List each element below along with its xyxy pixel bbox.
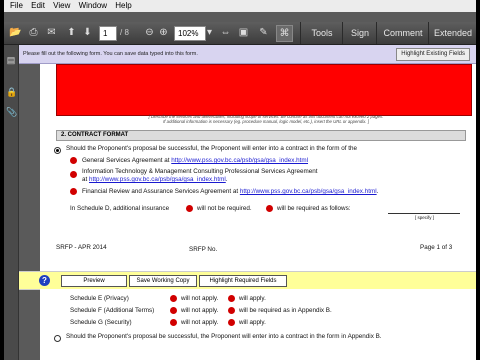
services-caption: [ Describe the services and deliverables… (86, 114, 446, 124)
option-itmc-text: Information Technology & Management Cons… (82, 168, 318, 175)
mail-icon[interactable]: ✉ (44, 25, 59, 40)
preview-button[interactable]: Preview (61, 275, 127, 287)
fit-page-icon[interactable]: ▣ (236, 25, 251, 40)
tab-tools[interactable]: Tools (300, 22, 343, 44)
schedule-e-not-apply-label: will not apply. (181, 295, 219, 302)
schedule-f-apply-radio[interactable] (228, 307, 235, 314)
schedule-f-label: Schedule F (Additional Terms) (70, 307, 155, 314)
tab-sign[interactable]: Sign (342, 22, 377, 44)
document-page-2: Schedule E (Privacy) will not apply. wil… (40, 289, 476, 360)
schedule-e-apply-radio[interactable] (228, 295, 235, 302)
insurance-not-required-radio[interactable] (186, 205, 193, 212)
insurance-required-label: will be required as follows: (277, 205, 351, 212)
pdf-reader-window: File Edit View Window Help 📂 ⎙ ✉ ⬆ ⬇ 1 /… (4, 0, 476, 360)
appendix-b-text: Should the Proponent's proposal be succe… (66, 333, 382, 340)
print-icon[interactable]: ⎙ (26, 25, 41, 40)
appendix-b-radio[interactable] (54, 335, 61, 342)
gsa-link[interactable]: http://www.pss.gov.bc.ca/psb/gsa/gsa_ind… (171, 157, 308, 164)
attachments-icon[interactable]: 📎 (6, 107, 17, 117)
insurance-required-radio[interactable] (266, 205, 273, 212)
insurance-not-required-label: will not be required. (197, 205, 252, 212)
toolbar: 📂 ⎙ ✉ ⬆ ⬇ 1 / 8 ⊖ ⊕ 102% ▾ ⇔ ▣ ✎ ⌘ Tools… (4, 22, 476, 45)
contract-radio-text: Should the Proponent's proposal be succe… (66, 145, 358, 152)
menu-edit[interactable]: Edit (31, 0, 45, 12)
option-gsa-text: General Services Agreement at http://www… (82, 157, 309, 164)
caption-line-2: If additional information is necessary (… (163, 119, 369, 124)
lock-icon[interactable]: 🔒 (6, 87, 17, 97)
option-fras-radio[interactable] (70, 188, 77, 195)
next-page-icon[interactable]: ⬇ (80, 25, 95, 40)
schedule-g-not-apply-radio[interactable] (170, 319, 177, 326)
schedule-g-label: Schedule G (Security) (70, 319, 132, 326)
chevron-down-icon[interactable]: ▾ (202, 25, 217, 40)
fras-link[interactable]: http://www.pss.gov.bc.ca/psb/gsa/gsa_ind… (240, 188, 377, 195)
option-fras-text: Financial Review and Assurance Services … (82, 188, 379, 195)
comment-icon[interactable]: ✎ (256, 25, 271, 40)
schedule-f-not-apply-label: will not apply. (181, 307, 219, 314)
prev-page-icon[interactable]: ⬆ (64, 25, 79, 40)
zoom-in-icon[interactable]: ⊕ (156, 25, 171, 40)
page-number-input[interactable]: 1 (99, 26, 117, 41)
highlight-required-fields-button[interactable]: Highlight Required Fields (199, 275, 287, 287)
schedule-f-apply-label: will be required as in Appendix B. (239, 307, 332, 314)
open-icon[interactable]: 📂 (8, 25, 23, 40)
schedule-g-apply-radio[interactable] (228, 319, 235, 326)
left-panel: ▤ 🔒 📎 (4, 45, 19, 360)
help-icon[interactable]: ? (39, 275, 50, 286)
page-total: / 8 (120, 28, 129, 37)
schedule-f-not-apply-radio[interactable] (170, 307, 177, 314)
itmc-link[interactable]: http://www.pss.gov.bc.ca/psb/gsa/gsa_ind… (89, 176, 226, 183)
highlight-existing-fields-button[interactable]: Highlight Existing Fields (396, 48, 470, 61)
schedule-e-label: Schedule E (Privacy) (70, 295, 129, 302)
schedule-g-apply-label: will apply. (239, 319, 266, 326)
form-icon[interactable]: ⌘ (276, 25, 293, 42)
zoom-out-icon[interactable]: ⊖ (142, 25, 157, 40)
schedule-d-text: In Schedule D, additional insurance (70, 205, 170, 212)
tab-extended[interactable]: Extended (428, 22, 476, 44)
form-notice-text: Please fill out the following form. You … (23, 51, 198, 57)
pages-icon[interactable]: ▤ (6, 55, 16, 65)
form-action-bar: ? Preview Save Working Copy Highlight Re… (19, 271, 476, 290)
services-text-field[interactable] (56, 64, 472, 116)
option-itmc-link-line: at http://www.pss.gov.bc.ca/psb/gsa/gsa_… (82, 176, 228, 183)
option-gsa-radio[interactable] (70, 157, 77, 164)
schedule-g-not-apply-label: will not apply. (181, 319, 219, 326)
specify-label: [ specify ] (415, 215, 435, 220)
menu-bar: File Edit View Window Help (4, 0, 476, 12)
fit-width-icon[interactable]: ⇔ (218, 25, 233, 40)
form-notice-bar: Please fill out the following form. You … (19, 45, 476, 64)
menu-view[interactable]: View (53, 0, 70, 12)
menu-window[interactable]: Window (79, 0, 107, 12)
specify-field[interactable] (388, 206, 460, 214)
save-working-copy-button[interactable]: Save Working Copy (129, 275, 197, 287)
menu-help[interactable]: Help (115, 0, 131, 12)
tab-comment[interactable]: Comment (376, 22, 429, 44)
option-itmc-radio[interactable] (70, 171, 77, 178)
schedule-e-apply-label: will apply. (239, 295, 266, 302)
footer-left: SRFP - APR 2014 (56, 244, 107, 251)
section-title: 2. CONTRACT FORMAT (56, 130, 466, 141)
footer-mid: SRFP No. (189, 246, 218, 253)
footer-page: Page 1 of 3 (420, 244, 453, 251)
contract-radio[interactable] (54, 147, 61, 154)
menu-file[interactable]: File (10, 0, 23, 12)
schedule-e-not-apply-radio[interactable] (170, 295, 177, 302)
